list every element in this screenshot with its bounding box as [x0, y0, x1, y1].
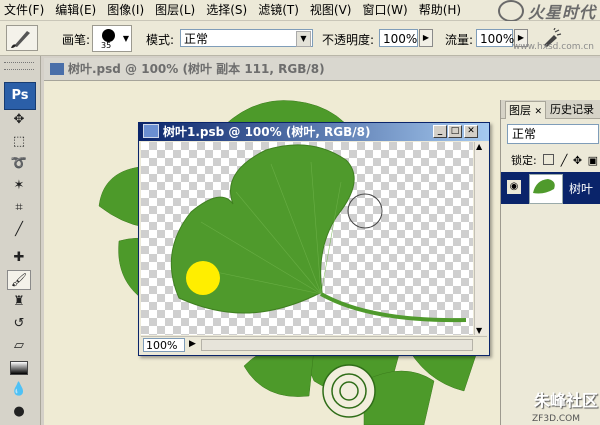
move-icon[interactable]: ✥ [7, 110, 31, 130]
document-window-title: 树叶1.psb @ 100% (树叶, RGB/8) [163, 125, 371, 139]
stamp-icon[interactable]: ♜ [7, 292, 31, 312]
document-canvas[interactable] [141, 142, 473, 335]
brand-url: www.hxsd.com.cn [512, 42, 594, 52]
opacity-slider-button[interactable]: ▶ [419, 29, 433, 47]
zoom-field[interactable]: 100% [143, 338, 185, 352]
status-info-icon[interactable]: ▶ [189, 339, 196, 349]
blend-mode-select[interactable]: 正常 [507, 124, 599, 144]
layers-panel: 图层 ✕ 历史记录 正常 锁定: ╱ ✥ ▣ ◉ 树叶 [500, 100, 600, 425]
brush-icon [11, 31, 30, 48]
opacity-field[interactable]: 100% [379, 29, 418, 47]
opacity-value: 100% [383, 32, 418, 46]
close-icon[interactable]: ✕ [535, 107, 543, 117]
brush-cursor [186, 261, 220, 295]
scroll-up-icon[interactable]: ▲ [476, 142, 482, 151]
watermark-sub: ZF3D.COM [532, 414, 580, 424]
tab-layers-label: 图层 [509, 104, 531, 117]
crop-icon[interactable]: ⌗ [7, 198, 31, 218]
minimize-button[interactable]: _ [433, 125, 447, 138]
maximize-button[interactable]: □ [448, 125, 462, 138]
flow-value: 100% [480, 32, 515, 46]
menu-edit[interactable]: 编辑(E) [51, 0, 103, 20]
marquee-icon[interactable]: ⬚ [7, 132, 31, 152]
tool-preset-picker[interactable] [6, 25, 38, 51]
layer-name: 树叶 [569, 182, 594, 196]
layers-panel-tabs: 图层 ✕ 历史记录 [501, 100, 600, 119]
gradient-icon[interactable] [7, 358, 31, 378]
opacity-label: 不透明度: [322, 33, 375, 47]
document-status-bar: 100% ▶ [141, 336, 487, 354]
mode-select[interactable]: 正常 ▼ [180, 29, 313, 47]
brush-icon[interactable]: 🖌 [7, 270, 31, 290]
flow-field[interactable]: 100% [476, 29, 515, 47]
lock-transparency-icon[interactable] [543, 154, 555, 165]
menu-file[interactable]: 文件(F) [0, 0, 51, 20]
magic-wand-icon[interactable]: ✶ [7, 176, 31, 196]
toolbox: Ps ✥ ⬚ ➰ ✶ ⌗ ╱ ✚ 🖌 ♜ ↺ ▱ 💧 ● [0, 56, 41, 425]
watermark: 朱峰社区 [533, 391, 598, 410]
vertical-scrollbar[interactable]: ▲ ▼ [474, 142, 488, 335]
brush-size-value: 35 [101, 41, 112, 50]
layer-thumbnail [529, 174, 563, 204]
chevron-down-icon: ▼ [122, 34, 129, 43]
healing-icon[interactable]: ✚ [7, 248, 31, 268]
history-brush-icon[interactable]: ↺ [7, 314, 31, 334]
blend-mode-value: 正常 [512, 127, 537, 141]
visibility-eye-icon[interactable]: ◉ [507, 180, 521, 194]
lock-row: 锁定: ╱ ✥ ▣ [511, 152, 598, 168]
brand-swirl-icon [497, 0, 524, 22]
leaf-artwork [170, 144, 467, 323]
menu-bar: 文件(F) 编辑(E) 图像(I) 图层(L) 选择(S) 滤镜(T) 视图(V… [0, 0, 600, 22]
toolbox-grip[interactable] [4, 62, 34, 70]
dodge-icon[interactable]: ● [7, 402, 31, 422]
lock-paint-icon[interactable]: ╱ [561, 154, 568, 167]
lock-move-icon[interactable]: ✥ [573, 154, 582, 167]
brush-label: 画笔: [62, 33, 91, 47]
mode-value: 正常 [184, 32, 209, 46]
document-window[interactable]: 树叶1.psb @ 100% (树叶, RGB/8) _ □ ✕ ▲ ▼ 100… [138, 122, 490, 356]
document-icon [143, 124, 159, 138]
brand-logo: 火星时代 [497, 0, 596, 22]
flow-label: 流量: [445, 33, 474, 47]
scroll-down-icon[interactable]: ▼ [476, 326, 482, 335]
menu-window[interactable]: 窗口(W) [358, 0, 414, 20]
eyedropper-icon[interactable]: ╱ [7, 220, 31, 240]
tab-history[interactable]: 历史记录 [547, 101, 597, 118]
tab-layers[interactable]: 图层 ✕ [505, 101, 547, 119]
menu-image[interactable]: 图像(I) [103, 0, 151, 20]
blur-icon[interactable]: 💧 [7, 380, 31, 400]
photoshop-logo[interactable]: Ps [4, 82, 36, 110]
horizontal-scrollbar[interactable] [201, 339, 473, 351]
background-document-titlebar[interactable]: 树叶.psd @ 100% (树叶 副本 111, RGB/8) [44, 58, 600, 81]
document-icon [50, 63, 64, 75]
eraser-icon[interactable]: ▱ [7, 336, 31, 356]
menu-view[interactable]: 视图(V) [306, 0, 359, 20]
layer-row[interactable]: ◉ 树叶 [501, 172, 600, 204]
brand-text: 火星时代 [527, 3, 596, 22]
menu-layer[interactable]: 图层(L) [151, 0, 202, 20]
lock-label: 锁定: [511, 154, 537, 167]
zoom-value: 100% [146, 339, 178, 352]
options-bar: 画笔: 35 ▼ 模式: 正常 ▼ 不透明度: 100% ▶ 流量: 100% … [0, 21, 600, 56]
close-button[interactable]: ✕ [464, 125, 478, 138]
menu-filter[interactable]: 滤镜(T) [254, 0, 306, 20]
lasso-icon[interactable]: ➰ [7, 154, 31, 174]
brush-picker[interactable]: 35 ▼ [92, 25, 132, 52]
background-document-title: 树叶.psd @ 100% (树叶 副本 111, RGB/8) [68, 62, 325, 76]
chevron-down-icon: ▼ [296, 31, 311, 47]
menu-select[interactable]: 选择(S) [202, 0, 254, 20]
mode-label: 模式: [146, 33, 175, 47]
document-window-titlebar[interactable]: 树叶1.psb @ 100% (树叶, RGB/8) _ □ ✕ [139, 123, 489, 141]
lock-all-icon[interactable]: ▣ [588, 154, 598, 167]
menu-help[interactable]: 帮助(H) [415, 0, 468, 20]
